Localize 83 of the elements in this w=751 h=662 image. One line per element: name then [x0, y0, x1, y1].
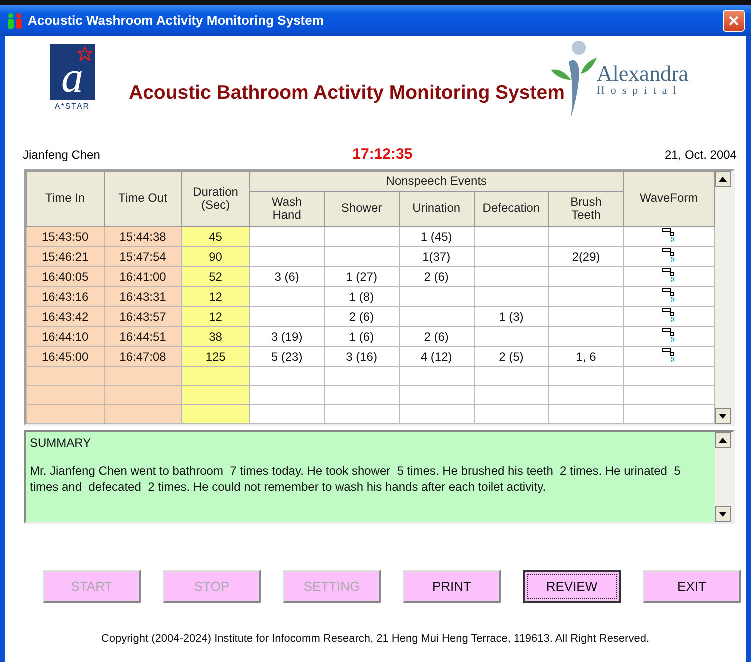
table-cell: 16:44:51	[104, 326, 182, 346]
table-cell: 1 (3)	[474, 306, 549, 326]
table-cell: 16:43:42	[26, 306, 104, 326]
table-cell: 15:43:50	[26, 226, 104, 246]
waveform-icon[interactable]	[662, 307, 676, 323]
table-cell: 90	[182, 246, 250, 266]
table-cell: 16:44:10	[26, 326, 104, 346]
down-arrow-icon	[719, 512, 727, 516]
summary-scrollbar[interactable]	[715, 432, 733, 522]
action-button[interactable]: PRINT	[403, 570, 501, 603]
scroll-down-button[interactable]	[715, 506, 731, 522]
table-cell: 2(29)	[548, 246, 624, 266]
table-cell: 12	[182, 286, 250, 306]
close-icon	[729, 16, 739, 26]
table-cell: 16:43:57	[104, 306, 182, 326]
waveform-icon[interactable]	[662, 267, 676, 283]
table-cell: 38	[182, 326, 250, 346]
column-header: Time Out	[104, 172, 182, 226]
down-arrow-icon	[719, 414, 727, 418]
table-cell: 3 (19)	[250, 326, 324, 346]
table-cell: 16:45:00	[26, 346, 104, 366]
table-scrollbar[interactable]	[715, 171, 733, 424]
people-icon	[6, 12, 24, 28]
scroll-up-button[interactable]	[715, 432, 731, 448]
table-cell: 12	[182, 306, 250, 326]
logo-badge: a	[50, 44, 95, 100]
table-cell: 2 (6)	[399, 266, 474, 286]
table-cell: 1 (45)	[399, 226, 474, 246]
column-header: Brush Teeth	[548, 192, 624, 226]
date-text: 21, Oct. 2004	[664, 148, 737, 162]
table-cell: 15:44:38	[104, 226, 182, 246]
table-cell: 1 (6)	[324, 326, 400, 346]
table-cell: 16:41:00	[104, 266, 182, 286]
column-header: Urination	[399, 192, 474, 226]
waveform-icon[interactable]	[662, 247, 676, 263]
waveform-icon[interactable]	[662, 327, 676, 343]
clock-time: 17:12:35	[352, 146, 413, 163]
action-button[interactable]: EXIT	[643, 570, 741, 603]
waveform-icon[interactable]	[662, 347, 676, 363]
summary-text: Mr. Jianfeng Chen went to bathroom 7 times today. He took shower 5 times. He brushed his teeth 2 times. He urinated 5 times and defecated 2 times. He could not remember to wash his hands after each toilet activity.	[30, 463, 682, 496]
table-cell: 1 (8)	[324, 286, 400, 306]
table-cell: 1 (27)	[324, 266, 400, 286]
close-button[interactable]	[723, 10, 745, 32]
hospital-name: Alexandra	[596, 63, 689, 85]
table-cell: 45	[182, 226, 250, 246]
table-cell: 3 (16)	[324, 346, 400, 366]
table-cell: 2 (6)	[324, 306, 400, 326]
table-cell: 16:40:05	[26, 266, 104, 286]
app-title: Acoustic Bathroom Activity Monitoring System	[129, 82, 565, 105]
hospital-caption: Hospital	[596, 85, 684, 97]
window-title: Acoustic Washroom Activity Monitoring System	[28, 13, 325, 28]
summary-heading: SUMMARY	[30, 436, 92, 450]
table-cell: 5 (23)	[250, 346, 324, 366]
table-cell: 3 (6)	[250, 266, 324, 286]
user-name: Jianfeng Chen	[23, 148, 100, 162]
table-cell: 1, 6	[548, 346, 624, 366]
column-header: Wash Hand	[250, 192, 324, 226]
table-cell: 52	[182, 266, 250, 286]
waveform-icon[interactable]	[662, 287, 676, 303]
column-header: WaveForm	[624, 172, 714, 226]
table-cell: 15:46:21	[26, 246, 104, 266]
table-cell: 1(37)	[399, 246, 474, 266]
action-button[interactable]: REVIEW	[523, 570, 621, 603]
table-cell: 2 (6)	[399, 326, 474, 346]
copyright-text: Copyright (2004-2024) Institute for Infocomm Research, 21 Heng Mui Heng Terrace, 119613. All Right Reserved.	[100, 633, 651, 645]
scroll-up-button[interactable]	[715, 171, 731, 187]
column-header: Defecation	[474, 192, 549, 226]
table-cell: 15:47:54	[104, 246, 182, 266]
table-cell: 2 (5)	[474, 346, 549, 366]
column-header: Duration (Sec)	[182, 172, 250, 226]
up-arrow-icon	[719, 438, 727, 442]
table-cell: 16:43:16	[26, 286, 104, 306]
waveform-icon[interactable]	[662, 227, 676, 243]
table-cell: 16:47:08	[104, 346, 182, 366]
logo-caption: A*STAR	[54, 102, 90, 111]
column-header: Time In	[26, 172, 104, 226]
scroll-down-button[interactable]	[715, 408, 731, 424]
table-cell: 16:43:31	[104, 286, 182, 306]
up-arrow-icon	[719, 176, 727, 182]
group-header: Nonspeech Events	[250, 172, 624, 192]
column-header: Shower	[324, 192, 400, 226]
table-cell: 4 (12)	[399, 346, 474, 366]
table-cell: 125	[182, 346, 250, 366]
